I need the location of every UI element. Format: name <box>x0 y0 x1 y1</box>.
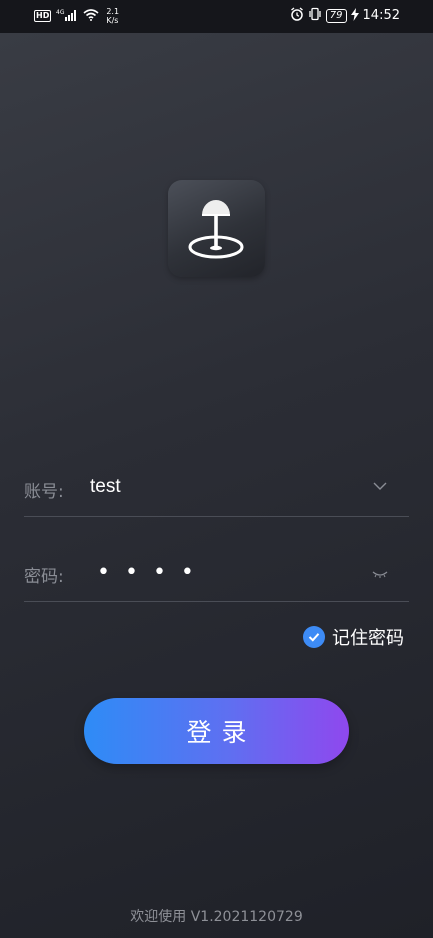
app-logo <box>168 180 265 277</box>
status-bar: HD 4G 2.1 K/s 79 14:52 <box>0 0 433 33</box>
speed-unit: K/s <box>106 16 119 25</box>
eye-closed-icon[interactable] <box>372 565 388 584</box>
chevron-down-icon[interactable] <box>372 478 388 498</box>
status-bar-left: HD 4G 2.1 K/s <box>34 7 119 25</box>
account-input[interactable] <box>90 472 360 502</box>
remember-password[interactable]: 记住密码 <box>303 624 404 650</box>
clock-time: 14:52 <box>362 8 400 23</box>
password-label: 密码: <box>24 567 64 587</box>
account-label: 账号: <box>24 482 64 502</box>
password-row: 密码: •••• <box>24 551 409 602</box>
status-bar-right: 79 14:52 <box>290 7 400 24</box>
checkbox-checked-icon[interactable] <box>303 626 325 648</box>
vibrate-icon <box>308 7 322 24</box>
speed-value: 2.1 <box>106 7 120 16</box>
network-speed: 2.1 K/s <box>106 7 119 25</box>
remember-password-label: 记住密码 <box>332 628 404 649</box>
password-input[interactable]: •••• <box>97 562 209 584</box>
wifi-icon <box>83 8 99 24</box>
battery-icon: 79 <box>325 8 347 23</box>
login-button[interactable]: 登录 <box>84 698 349 764</box>
alarm-icon <box>290 7 304 24</box>
gps-antenna-icon <box>188 200 244 259</box>
version-footer: 欢迎使用 V1.2021120729 <box>130 909 303 925</box>
charging-icon <box>350 7 359 24</box>
signal-icon: 4G <box>56 9 78 24</box>
network-type: 4G <box>56 9 65 16</box>
account-row: 账号: <box>24 466 409 517</box>
hd-badge: HD <box>34 10 52 22</box>
